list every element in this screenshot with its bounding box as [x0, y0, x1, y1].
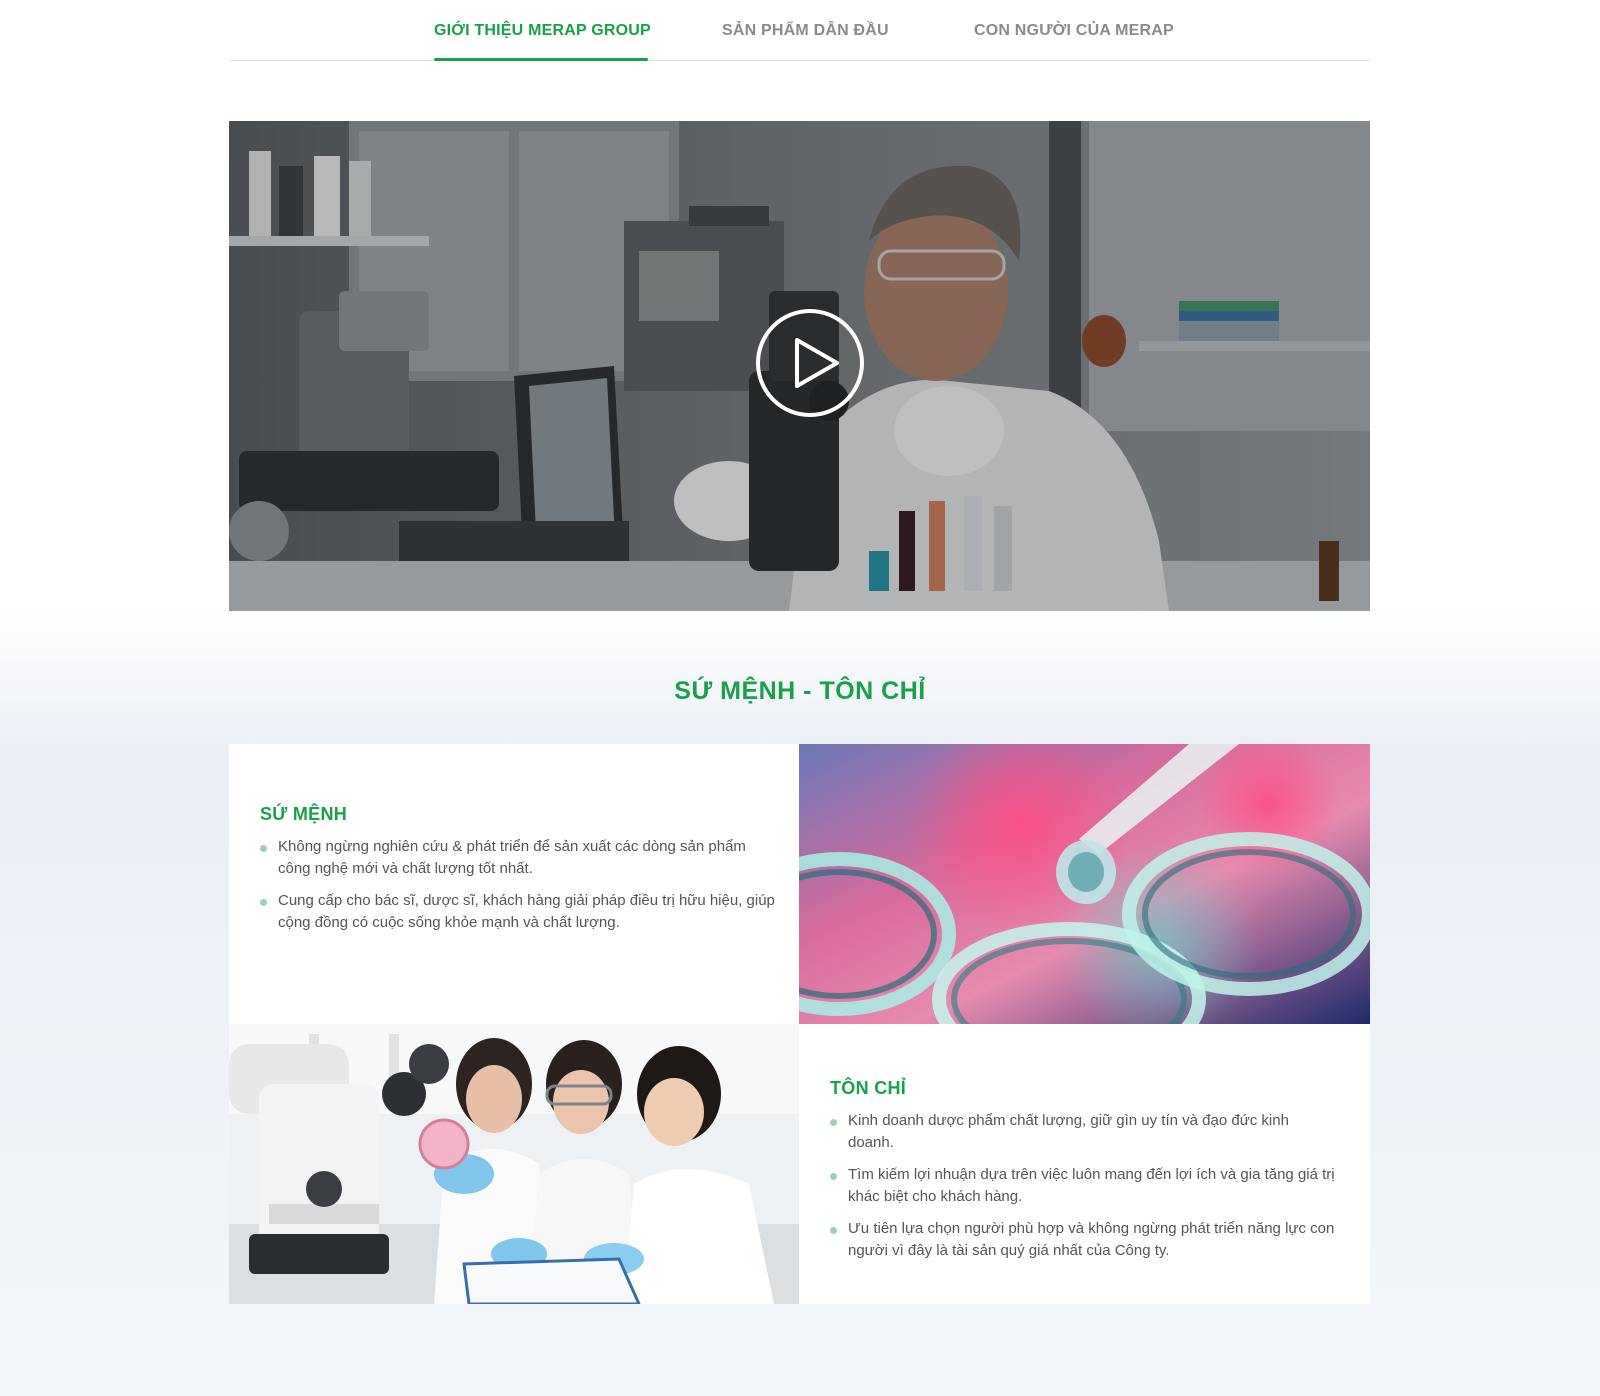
list-item: Kinh doanh dược phẩm chất lượng, giữ gìn…: [830, 1110, 1340, 1154]
mission-list: Không ngừng nghiên cứu & phát triển để s…: [260, 836, 780, 944]
bullet-dot-icon: [830, 1173, 837, 1180]
bullet-dot-icon: [830, 1119, 837, 1126]
bullet-dot-icon: [830, 1227, 837, 1234]
tab-bar: GIỚI THIỆU MERAP GROUP SẢN PHẨM DẪN ĐẦU …: [229, 0, 1370, 61]
list-item: Không ngừng nghiên cứu & phát triển để s…: [260, 836, 780, 880]
mission-principles-grid: SỨ MỆNH Không ngừng nghiên cứu & phát tr…: [229, 744, 1370, 1304]
section-title: SỨ MỆNH - TÔN CHỈ: [674, 677, 926, 705]
tab-gioi-thieu[interactable]: GIỚI THIỆU MERAP GROUP: [434, 22, 651, 40]
list-item: Ưu tiên lựa chọn người phù hợp và không …: [830, 1218, 1340, 1262]
bullet-dot-icon: [260, 899, 267, 906]
list-item: Cung cấp cho bác sĩ, dược sĩ, khách hàng…: [260, 890, 780, 934]
mission-card: SỨ MỆNH Không ngừng nghiên cứu & phát tr…: [229, 744, 799, 1024]
list-item: Tìm kiếm lợi nhuận dựa trên việc luôn ma…: [830, 1164, 1340, 1208]
tab-san-pham[interactable]: SẢN PHẨM DẪN ĐẦU: [722, 22, 889, 40]
tab-con-nguoi[interactable]: CON NGƯỜI CỦA MERAP: [974, 22, 1174, 40]
principles-list: Kinh doanh dược phẩm chất lượng, giữ gìn…: [830, 1110, 1340, 1272]
page: GIỚI THIỆU MERAP GROUP SẢN PHẨM DẪN ĐẦU …: [0, 0, 1600, 1396]
bullet-dot-icon: [260, 845, 267, 852]
principles-title: TÔN CHỈ: [830, 1078, 907, 1098]
pipette-image: [799, 744, 1370, 1024]
scientists-team-image: [229, 1024, 799, 1304]
active-tab-indicator: [434, 58, 648, 61]
mission-title: SỨ MỆNH: [260, 804, 348, 824]
play-circle-icon[interactable]: [755, 308, 865, 418]
intro-video[interactable]: [229, 121, 1370, 611]
principles-card: TÔN CHỈ Kinh doanh dược phẩm chất lượng,…: [799, 1024, 1370, 1304]
